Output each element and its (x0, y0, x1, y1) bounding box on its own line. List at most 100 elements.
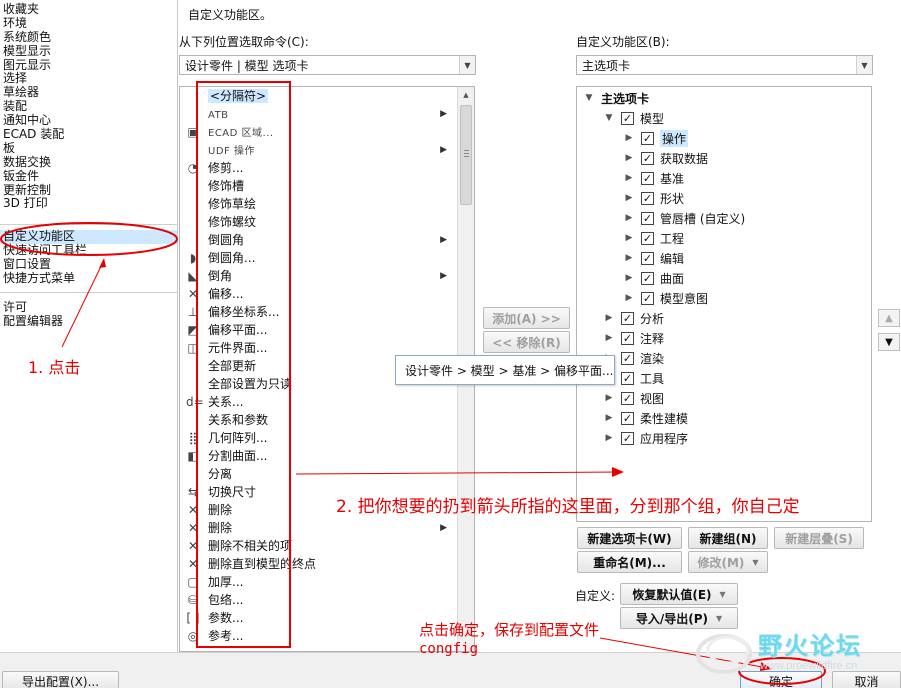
checkbox-checked-icon[interactable]: ✓ (641, 291, 654, 305)
checkbox-checked-icon[interactable]: ✓ (621, 391, 634, 405)
tree-tab-item[interactable]: ▶ ✓ 应用程序 (603, 428, 688, 448)
nav-item[interactable]: 更新控制 (0, 183, 177, 198)
nav-item[interactable]: 系统颜色 (0, 30, 177, 45)
checkbox-checked-icon[interactable]: ✓ (621, 351, 634, 365)
tree-group-item[interactable]: ▶ ✓ 操作 (623, 128, 689, 148)
nav-item[interactable]: 许可 (0, 300, 177, 315)
checkbox-checked-icon[interactable]: ✓ (621, 431, 634, 445)
command-item[interactable]: 修饰螺纹 (180, 213, 459, 231)
expand-icon[interactable]: ▶ (623, 233, 635, 243)
command-item[interactable]: <分隔符> (180, 87, 459, 105)
command-item[interactable]: UDF 操作 ▶ (180, 141, 459, 159)
command-item[interactable]: ◧ 分割曲面... (180, 447, 459, 465)
command-item[interactable]: 分离 (180, 465, 459, 483)
new-group-button[interactable]: 新建组(N) (688, 527, 768, 549)
command-item[interactable]: ATB ▶ (180, 105, 459, 123)
nav-item[interactable]: 自定义功能区 (0, 229, 177, 244)
nav-item[interactable]: 通知中心 (0, 113, 177, 128)
command-item[interactable]: ✕ 删除不相关的项 (180, 537, 459, 555)
checkbox-checked-icon[interactable]: ✓ (641, 231, 654, 245)
new-tab-button[interactable]: 新建选项卡(W) (577, 527, 682, 549)
checkbox-checked-icon[interactable]: ✓ (641, 211, 654, 225)
nav-item[interactable]: 模型显示 (0, 44, 177, 59)
command-item[interactable]: ▢ 加厚... (180, 573, 459, 591)
command-item[interactable]: ◔ 修剪... (180, 159, 459, 177)
reset-defaults-button[interactable]: 恢复默认值(E) ▼ (620, 583, 738, 605)
expand-icon[interactable]: ▶ (623, 293, 635, 303)
tree-group-item[interactable]: ▶ ✓ 管唇槽 (自定义) (623, 208, 745, 228)
command-item[interactable]: [ ] 参数... (180, 609, 459, 627)
command-item[interactable]: ▣ ECAD 区域... (180, 123, 459, 141)
expand-icon[interactable]: ▶ (603, 313, 615, 323)
nav-item[interactable]: 板 (0, 141, 177, 156)
checkbox-checked-icon[interactable]: ✓ (641, 151, 654, 165)
checkbox-checked-icon[interactable]: ✓ (641, 251, 654, 265)
expand-icon[interactable]: ▶ (623, 213, 635, 223)
modify-button[interactable]: 修改(M) ▼ (688, 551, 768, 573)
command-item[interactable]: 关系和参数 (180, 411, 459, 429)
checkbox-checked-icon[interactable]: ✓ (641, 191, 654, 205)
choose-from-dropdown[interactable]: 设计零件 | 模型 选项卡 ▼ (179, 55, 476, 75)
command-item[interactable]: ✕ 偏移... (180, 285, 459, 303)
command-item[interactable]: 修饰槽 (180, 177, 459, 195)
command-item[interactable]: ⣿ 几何阵列... (180, 429, 459, 447)
command-item[interactable]: ✕ 删除 ▶ (180, 519, 459, 537)
tree-group-item[interactable]: ▶ ✓ 编辑 (623, 248, 684, 268)
expand-icon[interactable]: ▶ (603, 413, 615, 423)
tree-group-item[interactable]: ▶ ✓ 基准 (623, 168, 684, 188)
nav-item[interactable]: 草绘器 (0, 85, 177, 100)
command-item[interactable]: 修饰草绘 (180, 195, 459, 213)
customize-ribbon-dropdown[interactable]: 主选项卡 ▼ (576, 55, 873, 75)
nav-item[interactable]: 环境 (0, 16, 177, 31)
nav-item[interactable]: 数据交换 (0, 155, 177, 170)
command-item[interactable]: d= 关系... (180, 393, 459, 411)
scrollbar-thumb[interactable] (460, 105, 472, 205)
tree-tab-item[interactable]: ▶ ✓ 视图 (603, 388, 664, 408)
nav-item[interactable]: 钣金件 (0, 169, 177, 184)
tree-tab-item[interactable]: ▶ ✓ 注释 (603, 328, 664, 348)
command-item[interactable]: ◣ 倒角 ▶ (180, 267, 459, 285)
expand-icon[interactable]: ▶ (623, 133, 635, 143)
remove-button[interactable]: << 移除(R) (483, 331, 570, 353)
tree-tab-item[interactable]: ▶ ✓ 柔性建模 (603, 408, 688, 428)
rename-button[interactable]: 重命名(M)... (577, 551, 682, 573)
command-item[interactable]: ⛁ 包络... (180, 591, 459, 609)
tree-group-item[interactable]: ▶ ✓ 模型意图 (623, 288, 708, 308)
move-down-icon[interactable]: ▼ (878, 333, 900, 351)
command-item[interactable]: ⊥ 偏移坐标系... (180, 303, 459, 321)
expand-icon[interactable]: ▼ (583, 93, 595, 103)
tree-group-item[interactable]: ▶ ✓ 曲面 (623, 268, 684, 288)
tree-group-item[interactable]: ▶ ✓ 获取数据 (623, 148, 708, 168)
nav-item[interactable]: 快速访问工具栏 (0, 243, 177, 258)
export-config-button[interactable]: 导出配置(X)... (2, 671, 119, 688)
tree-root[interactable]: ▼ 主选项卡 (583, 88, 649, 108)
command-item[interactable]: 倒圆角 ▶ (180, 231, 459, 249)
move-up-icon[interactable]: ▲ (878, 309, 900, 327)
checkbox-checked-icon[interactable]: ✓ (621, 411, 634, 425)
expand-icon[interactable]: ▶ (623, 173, 635, 183)
command-item[interactable]: ◩ 偏移平面... (180, 321, 459, 339)
nav-item[interactable]: 图元显示 (0, 58, 177, 73)
expand-icon[interactable]: ▶ (603, 433, 615, 443)
command-item[interactable]: ◎ 参考... (180, 627, 459, 645)
command-item[interactable]: ✕ 删除直到模型的终点 (180, 555, 459, 573)
checkbox-checked-icon[interactable]: ✓ (621, 371, 634, 385)
checkbox-checked-icon[interactable]: ✓ (641, 171, 654, 185)
checkbox-checked-icon[interactable]: ✓ (641, 271, 654, 285)
checkbox-checked-icon[interactable]: ✓ (621, 111, 634, 125)
nav-item[interactable]: 收藏夹 (0, 2, 177, 17)
nav-item[interactable]: ECAD 装配 (0, 127, 177, 142)
tree-group-item[interactable]: ▶ ✓ 工程 (623, 228, 684, 248)
nav-item[interactable]: 配置编辑器 (0, 314, 177, 329)
expand-icon[interactable]: ▶ (623, 273, 635, 283)
tree-group-item[interactable]: ▶ ✓ 形状 (623, 188, 684, 208)
checkbox-checked-icon[interactable]: ✓ (621, 311, 634, 325)
checkbox-checked-icon[interactable]: ✓ (621, 331, 634, 345)
expand-icon[interactable]: ▶ (623, 193, 635, 203)
expand-icon[interactable]: ▶ (623, 253, 635, 263)
ribbon-tree[interactable]: ▼ 主选项卡 ▼ ✓ 模型 ▶ ✓ 操作 ▶ ✓ 获取数据 ▶ ✓ 基准 ▶ ✓ 形状 ▶ ✓ 管唇槽 (自… (576, 86, 872, 522)
expand-icon[interactable]: ▶ (603, 333, 615, 343)
expand-icon[interactable]: ▶ (603, 393, 615, 403)
expand-icon[interactable]: ▶ (623, 153, 635, 163)
expand-icon[interactable]: ▼ (603, 113, 615, 123)
